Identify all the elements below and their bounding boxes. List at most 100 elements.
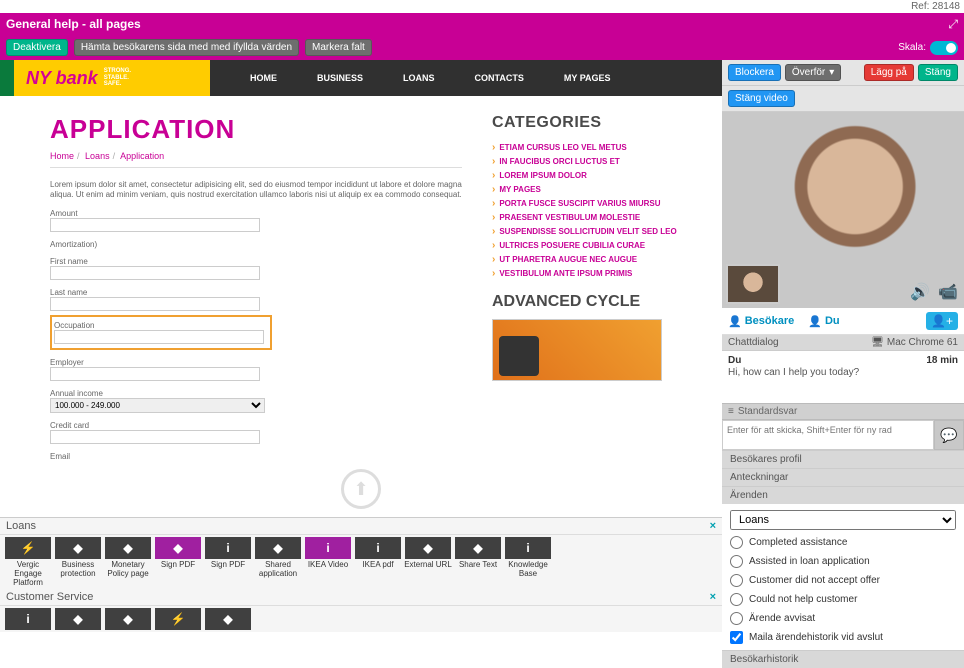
close-button[interactable]: Stäng <box>918 64 958 81</box>
tile-ikea-video[interactable]: iIKEA Video <box>304 537 352 587</box>
category-item[interactable]: ›VESTIBULUM ANTE IPSUM PRIMIS <box>492 268 682 279</box>
tiles-row: ⚡Vergic Engage Platform◆Business protect… <box>0 535 722 589</box>
scale-toggle[interactable] <box>930 41 958 55</box>
fetch-visitor-page-button[interactable]: Hämta besökarens sida med med ifyllda vä… <box>74 39 299 56</box>
tile-external-url[interactable]: ◆External URL <box>404 537 452 587</box>
cases-accordion[interactable]: Ärenden <box>722 486 964 504</box>
crumb-home[interactable]: Home <box>50 151 74 161</box>
speaker-icon[interactable]: 🔊 <box>910 282 930 302</box>
crumb-loans[interactable]: Loans <box>85 151 110 161</box>
case-option[interactable]: Completed assistance <box>730 536 956 549</box>
nav-mypages[interactable]: MY PAGES <box>564 73 611 83</box>
category-item[interactable]: ›MY PAGES <box>492 184 682 195</box>
category-link[interactable]: VESTIBULUM ANTE IPSUM PRIMIS <box>499 269 632 278</box>
tile-share-text[interactable]: ◆Share Text <box>454 537 502 587</box>
visitor-tab[interactable]: 👤 Besökare <box>728 315 794 328</box>
deaktivera-button[interactable]: Deaktivera <box>6 39 68 56</box>
chevron-down-icon: ▾ <box>829 67 834 78</box>
ref-bar: Ref: 28148 <box>0 0 964 13</box>
tile[interactable]: ◆ <box>204 608 252 630</box>
nav-contacts[interactable]: CONTACTS <box>475 73 524 83</box>
tile-knowledge-base[interactable]: iKnowledge Base <box>504 537 552 587</box>
speech-bubble-icon: 💬 <box>940 427 957 444</box>
chat-input[interactable] <box>722 420 934 450</box>
category-link[interactable]: ULTRICES POSUERE CUBILIA CURAE <box>499 241 645 250</box>
category-item[interactable]: ›ULTRICES POSUERE CUBILIA CURAE <box>492 240 682 251</box>
category-item[interactable]: ›PORTA FUSCE SUSCIPIT VARIUS MIURSU <box>492 198 682 209</box>
tile-label: Share Text <box>459 561 497 570</box>
hang-up-button[interactable]: Lägg på <box>864 64 914 81</box>
scroll-top-button[interactable]: ⬆ <box>341 469 381 509</box>
add-participant-button[interactable]: 👤+ <box>926 312 958 330</box>
annual-income-select[interactable]: 100.000 - 249.000 <box>50 398 265 413</box>
tile[interactable]: ⚡ <box>154 608 202 630</box>
case-select[interactable]: Loans <box>730 510 956 530</box>
tile[interactable]: ◆ <box>54 608 102 630</box>
nav-business[interactable]: BUSINESS <box>317 73 363 83</box>
category-link[interactable]: MY PAGES <box>499 185 541 194</box>
category-link[interactable]: LOREM IPSUM DOLOR <box>499 171 587 180</box>
amount-input[interactable] <box>50 218 260 232</box>
label-email: Email <box>50 452 462 461</box>
credit-card-input[interactable] <box>50 430 260 444</box>
close-icon[interactable]: × <box>710 520 716 532</box>
case-option[interactable]: Assisted in loan application <box>730 555 956 568</box>
main-nav: HOME BUSINESS LOANS CONTACTS MY PAGES <box>210 60 722 96</box>
nav-home[interactable]: HOME <box>250 73 277 83</box>
send-button[interactable]: 💬 <box>934 420 964 450</box>
category-link[interactable]: ETIAM CURSUS LEO VEL METUS <box>499 143 626 152</box>
case-radio-input[interactable] <box>730 612 743 625</box>
case-option[interactable]: Ärende avvisat <box>730 612 956 625</box>
case-radio-input[interactable] <box>730 536 743 549</box>
notes-accordion[interactable]: Anteckningar <box>722 468 964 486</box>
category-link[interactable]: UT PHARETRA AUGUE NEC AUGUE <box>499 255 637 264</box>
tile-label: Sign PDF <box>161 561 195 570</box>
standard-answers-bar[interactable]: ≡ Standardsvar <box>722 403 964 420</box>
tile-monetary-policy-page[interactable]: ◆Monetary Policy page <box>104 537 152 587</box>
category-link[interactable]: PRAESENT VESTIBULUM MOLESTIE <box>499 213 640 222</box>
case-option[interactable]: Could not help customer <box>730 593 956 606</box>
visitor-history-accordion[interactable]: Besökarhistorik <box>722 650 964 668</box>
nav-loans[interactable]: LOANS <box>403 73 435 83</box>
category-item[interactable]: ›UT PHARETRA AUGUE NEC AUGUE <box>492 254 682 265</box>
camera-icon[interactable]: 📹 <box>938 282 958 302</box>
mail-history-checkbox[interactable]: Maila ärendehistorik vid avslut <box>730 631 956 644</box>
category-item[interactable]: ›SUSPENDISSE SOLLICITUDIN VELIT SED LEO <box>492 226 682 237</box>
tile-ikea-pdf[interactable]: iIKEA pdf <box>354 537 402 587</box>
close-icon[interactable]: × <box>710 591 716 603</box>
tile-shared-application[interactable]: ◆Shared application <box>254 537 302 587</box>
category-item[interactable]: ›ETIAM CURSUS LEO VEL METUS <box>492 142 682 153</box>
tile[interactable]: ◆ <box>104 608 152 630</box>
case-option[interactable]: Customer did not accept offer <box>730 574 956 587</box>
visitor-profile-accordion[interactable]: Besökares profil <box>722 450 964 468</box>
category-item[interactable]: ›LOREM IPSUM DOLOR <box>492 170 682 181</box>
pin-icon[interactable]: ⤢ <box>948 17 958 32</box>
tile-sign-pdf[interactable]: iSign PDF <box>204 537 252 587</box>
mail-history-input[interactable] <box>730 631 743 644</box>
mark-fields-button[interactable]: Markera falt <box>305 39 372 56</box>
tile-vergic-engage-platform[interactable]: ⚡Vergic Engage Platform <box>4 537 52 587</box>
case-radio-input[interactable] <box>730 574 743 587</box>
category-item[interactable]: ›PRAESENT VESTIBULUM MOLESTIE <box>492 212 682 223</box>
chat-header: Chattdialog 🖥 Mac Chrome 61 <box>722 335 964 351</box>
category-link[interactable]: PORTA FUSCE SUSCIPIT VARIUS MIURSU <box>499 199 660 208</box>
categories-list: ›ETIAM CURSUS LEO VEL METUS ›IN FAUCIBUS … <box>492 142 682 279</box>
category-link[interactable]: SUSPENDISSE SOLLICITUDIN VELIT SED LEO <box>499 227 676 236</box>
you-tab[interactable]: 👤 Du <box>808 315 839 328</box>
case-radio-input[interactable] <box>730 593 743 606</box>
occupation-input[interactable] <box>54 330 264 344</box>
close-video-button[interactable]: Stäng video <box>728 90 795 107</box>
tile[interactable]: i <box>4 608 52 630</box>
tile-sign-pdf[interactable]: ◆Sign PDF <box>154 537 202 587</box>
local-video-pip[interactable] <box>726 264 780 304</box>
label-annual-income: Annual income <box>50 389 462 398</box>
employer-input[interactable] <box>50 367 260 381</box>
category-item[interactable]: ›IN FAUCIBUS ORCI LUCTUS ET <box>492 156 682 167</box>
blockera-button[interactable]: Blockera <box>728 64 781 81</box>
case-radio-input[interactable] <box>730 555 743 568</box>
category-link[interactable]: IN FAUCIBUS ORCI LUCTUS ET <box>499 157 619 166</box>
overfor-button[interactable]: Överför▾ <box>785 64 841 81</box>
tile-business-protection[interactable]: ◆Business protection <box>54 537 102 587</box>
last-name-input[interactable] <box>50 297 260 311</box>
first-name-input[interactable] <box>50 266 260 280</box>
